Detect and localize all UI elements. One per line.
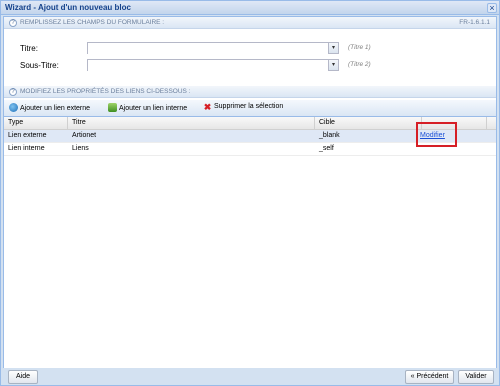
subtitle-row: Sous-Titre: ▾ (Titre 2) [4,59,496,73]
help-icon[interactable]: ? [9,19,17,27]
chevron-down-icon[interactable]: ▾ [328,60,338,70]
links-toolbar: Ajouter un lien externe Ajouter un lien … [4,100,496,117]
wizard-window: Wizard - Ajout d'un nouveau bloc × ? REM… [0,0,500,386]
title-input[interactable] [88,43,328,54]
links-section-header: ? MODIFIEZ LES PROPRIÉTÉS DES LIENS CI-D… [4,86,496,98]
column-header-target[interactable]: Cible [315,117,422,130]
close-button[interactable]: × [487,3,497,13]
add-external-link-button[interactable]: Ajouter un lien externe [9,103,90,114]
subtitle-label: Sous-Titre: [20,61,59,70]
wizard-body: ? REMPLISSEZ LES CHAMPS DU FORMULAIRE : … [3,16,497,368]
delete-icon: ✖ [203,102,212,112]
add-internal-link-button[interactable]: Ajouter un lien interne [108,103,187,114]
title-label: Titre: [20,44,38,53]
help-button[interactable]: Aide [8,370,38,384]
add-internal-link-label: Ajouter un lien interne [119,105,188,112]
previous-button[interactable]: « Précédent [405,370,454,384]
add-external-link-label: Ajouter un lien externe [20,105,91,112]
form-section-header: ? REMPLISSEZ LES CHAMPS DU FORMULAIRE : … [4,17,496,29]
window-titlebar[interactable]: Wizard - Ajout d'un nouveau bloc × [1,1,499,15]
title-combo[interactable]: ▾ [87,42,339,54]
help-icon[interactable]: ? [9,88,17,96]
form-code: FR-1.6.1.1 [459,19,490,26]
links-grid: Type Titre Cible Lien externe Artionet _… [4,117,496,368]
wizard-footer: Aide « Précédent Valider [3,369,497,385]
cell-target: _blank [319,132,340,139]
highlight-box [416,122,457,147]
chevron-down-icon[interactable]: ▾ [328,43,338,53]
cell-target: _self [319,145,334,152]
delete-selection-label: Supprimer la sélection [214,103,284,110]
cell-type: Lien externe [8,132,47,139]
cell-title: Artionet [72,132,97,139]
delete-selection-button[interactable]: ✖ Supprimer la sélection [203,102,284,114]
title-hint: (Titre 1) [348,44,371,51]
links-section-label: MODIFIEZ LES PROPRIÉTÉS DES LIENS CI-DES… [20,88,191,95]
cell-type: Lien interne [8,145,45,152]
cell-title: Liens [72,145,89,152]
column-header-title[interactable]: Titre [68,117,315,130]
column-header-type[interactable]: Type [4,117,68,130]
form-section-label: REMPLISSEZ LES CHAMPS DU FORMULAIRE : [20,19,165,26]
close-icon: × [489,3,495,13]
validate-button[interactable]: Valider [458,370,494,384]
window-title: Wizard - Ajout d'un nouveau bloc [5,3,131,12]
subtitle-input[interactable] [88,60,328,71]
add-link-icon [108,103,117,112]
title-row: Titre: ▾ (Titre 1) [4,42,496,56]
globe-icon [9,103,18,112]
subtitle-hint: (Titre 2) [348,61,371,68]
subtitle-combo[interactable]: ▾ [87,59,339,71]
